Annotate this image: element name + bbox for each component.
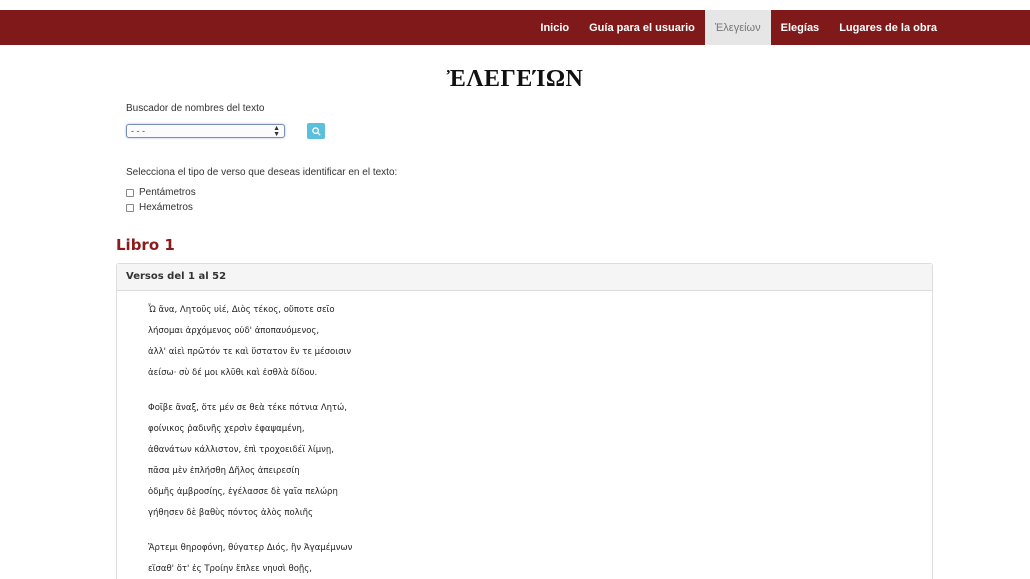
- panel-title: Versos del 1 al 52: [117, 264, 932, 291]
- verse-type-label: Selecciona el tipo de verso que deseas i…: [126, 167, 398, 178]
- stanza: Ἄρτεμι θηροφόνη, θύγατερ Διός, ἣν Ἀγαμέμ…: [148, 538, 932, 579]
- verses-body: Ὦ ἄνα, Λητοῦς υἱέ, Διὸς τέκος, οὔποτε σε…: [117, 291, 932, 579]
- verse-line: γήθησεν δὲ βαθὺς πόντος ἁλὸς πολιῆς: [148, 508, 313, 518]
- verse-line: Ὦ ἄνα, Λητοῦς υἱέ, Διὸς τέκος, οὔποτε σε…: [148, 305, 335, 315]
- checkbox-pentametros[interactable]: Pentámetros: [126, 187, 196, 198]
- select-arrows-icon: ▲ ▼: [273, 125, 280, 138]
- checkbox-box[interactable]: [126, 188, 134, 197]
- verse-line: Φοῖβε ἄναξ, ὅτε μέν σε θεὰ τέκε πότνια Λ…: [148, 403, 347, 413]
- verse-line: φοίνικος ῥαδινῆς χερσὶν ἐφαψαμένη,: [148, 424, 305, 434]
- checkbox-label: Pentámetros: [139, 187, 196, 198]
- search-button[interactable]: [307, 123, 325, 139]
- nav-item-inicio[interactable]: Inicio: [530, 10, 579, 45]
- search-icon: [311, 126, 321, 136]
- verse-line: λήσομαι ἀρχόμενος οὐδ' ἀποπαυόμενος,: [148, 326, 320, 336]
- top-navigation: Inicio Guía para el usuario Ἐλεγείων Ele…: [0, 10, 1030, 45]
- search-label: Buscador de nombres del texto: [126, 103, 265, 114]
- verses-panel: Versos del 1 al 52 Ὦ ἄνα, Λητοῦς υἱέ, Δι…: [116, 263, 933, 579]
- checkbox-label: Hexámetros: [139, 202, 193, 213]
- stanza: Ὦ ἄνα, Λητοῦς υἱέ, Διὸς τέκος, οὔποτε σε…: [148, 291, 932, 384]
- nav-item-lugares[interactable]: Lugares de la obra: [829, 10, 947, 45]
- verse-line: εἵσαθ' ὅτ' ἐς Τροίην ἔπλεε νηυσὶ θοῇς,: [148, 564, 312, 574]
- verse-line: ἀλλ' αἰεὶ πρῶτόν τε καὶ ὕστατον ἔν τε μέ…: [148, 347, 352, 357]
- stanza: Φοῖβε ἄναξ, ὅτε μέν σε θεὰ τέκε πότνια Λ…: [148, 398, 932, 524]
- nav-item-guia[interactable]: Guía para el usuario: [579, 10, 705, 45]
- checkbox-box[interactable]: [126, 203, 134, 212]
- nav-item-elegias[interactable]: Elegías: [771, 10, 830, 45]
- verse-line: πᾶσα μὲν ἐπλήσθη Δῆλος ἀπειρεσίη: [148, 466, 300, 476]
- checkbox-hexametros[interactable]: Hexámetros: [126, 202, 193, 213]
- verse-line: ὀδμῆς ἀμβροσίης, ἐγέλασσε δὲ γαῖα πελώρη: [148, 487, 338, 497]
- verse-line: ἀείσω· σὺ δέ μοι κλῦθι καὶ ἐσθλὰ δίδου.: [148, 368, 318, 378]
- name-search-select[interactable]: - - - ▲ ▼: [126, 124, 285, 138]
- page-title: ἘΛΕΓΕΊΩΝ: [446, 66, 584, 92]
- nav-item-elegeion[interactable]: Ἐλεγείων: [704, 10, 771, 45]
- verse-line: Ἄρτεμι θηροφόνη, θύγατερ Διός, ἣν Ἀγαμέμ…: [148, 543, 353, 553]
- book-heading: Libro 1: [116, 236, 175, 254]
- verse-line: ἀθανάτων κάλλιστον, ἐπὶ τροχοειδέϊ λίμνῃ…: [148, 445, 334, 455]
- select-value: - - -: [131, 126, 145, 136]
